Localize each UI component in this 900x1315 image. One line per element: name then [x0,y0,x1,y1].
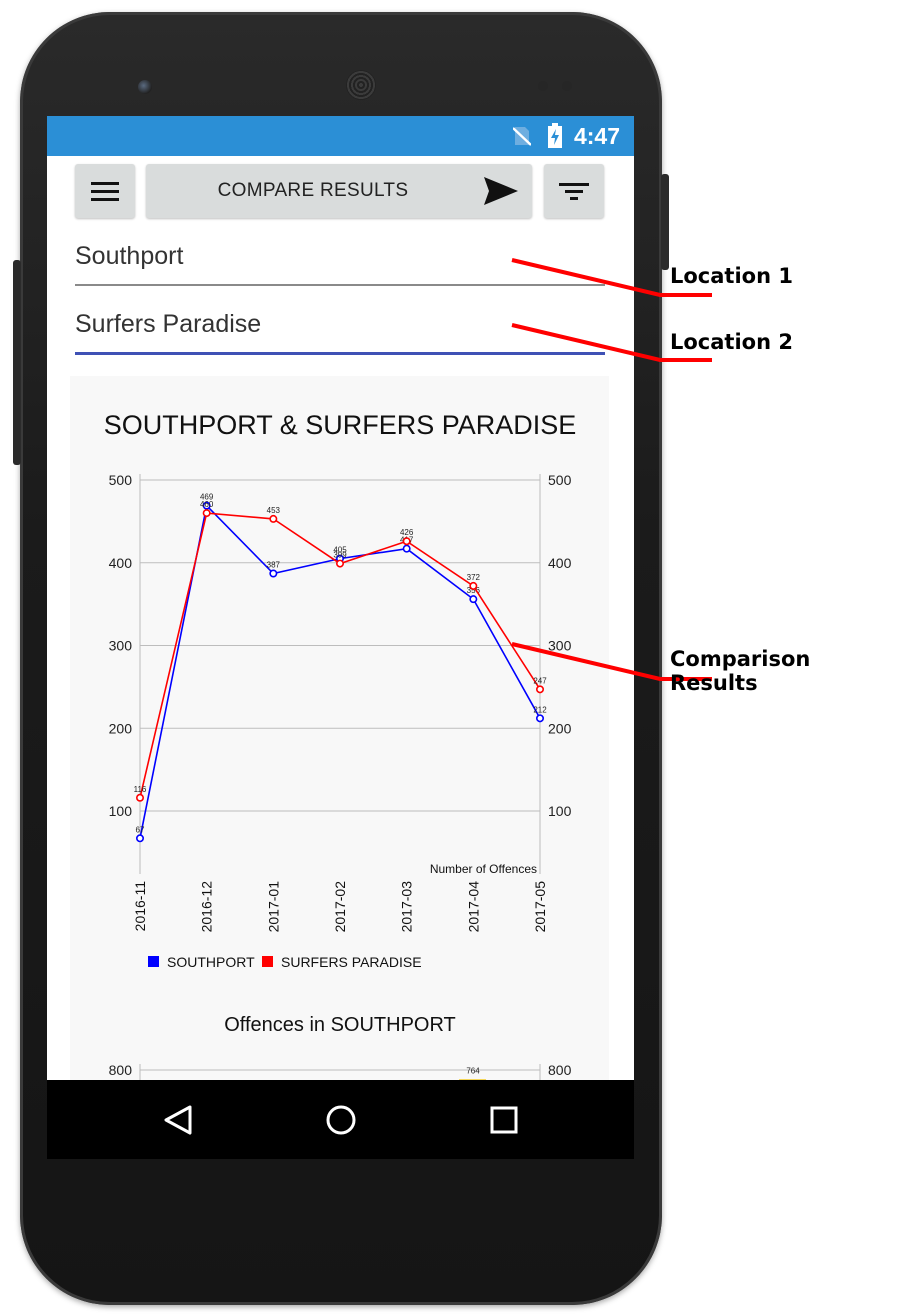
comparison-annotation: Comparison Results [670,647,811,695]
location2-annotation: Location 2 [670,330,793,354]
location1-annotation: Location 1 [670,264,793,288]
